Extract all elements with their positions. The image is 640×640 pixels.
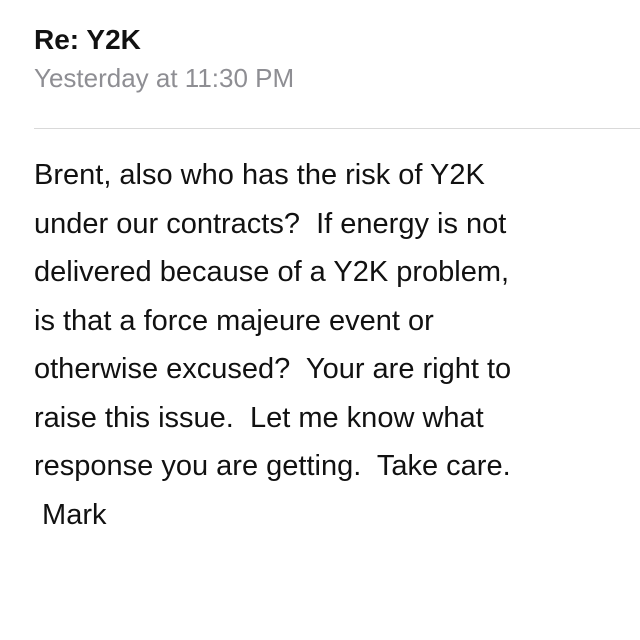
message-body: Brent, also who has the risk of Y2K unde… [34,151,624,539]
message-body-line: delivered because of a Y2K problem, [34,256,510,288]
message-signature: Mark [34,498,107,531]
message-body-line: under our contracts? If energy is not [34,207,507,240]
message-body-line: response you are getting. Take care. [34,450,511,482]
header-divider [34,128,640,129]
message-header: Re: Y2K Yesterday at 11:30 PM [34,22,614,94]
message-timestamp: Yesterday at 11:30 PM [34,63,295,93]
message-body-line: is that a force majeure event or [34,304,434,337]
message-body-line: otherwise excused? Your are right to [34,353,512,385]
message-body-line: Brent, also who has the risk of Y2K [34,159,485,191]
message-subject: Re: Y2K [34,24,141,55]
message-body-line: raise this issue. Let me know what [34,401,484,434]
